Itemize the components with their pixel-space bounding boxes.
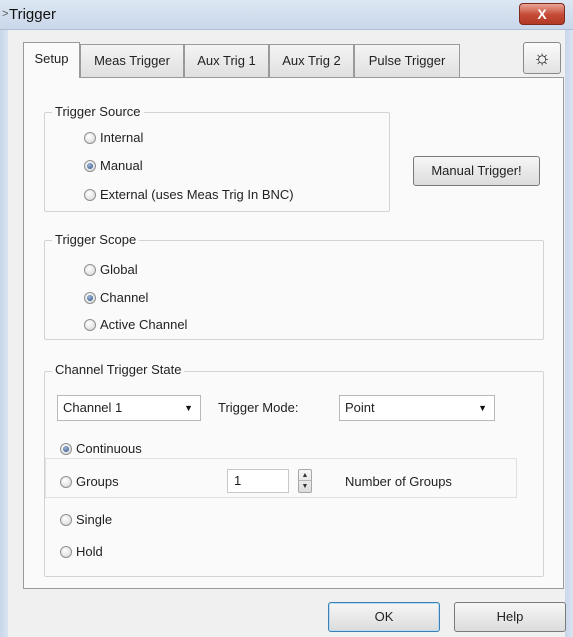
radio-label: Global — [100, 262, 138, 277]
radio-circle — [60, 476, 72, 488]
tab-label: Meas Trigger — [94, 53, 170, 68]
close-icon: X — [537, 6, 547, 22]
radio-circle — [84, 319, 96, 331]
groups-spinner[interactable]: ▲ ▼ — [298, 469, 312, 493]
groups-count-value: 1 — [234, 473, 242, 488]
radio-circle — [84, 160, 96, 172]
tab-aux-trig-1[interactable]: Aux Trig 1 — [184, 44, 269, 77]
channel-trigger-state-title: Channel Trigger State — [52, 362, 185, 377]
trigger-mode-select[interactable]: Point ▼ — [339, 395, 495, 421]
trigger-mode-label: Trigger Mode: — [218, 400, 299, 415]
radio-label: Continuous — [76, 441, 142, 456]
app-icon: ˃ — [2, 8, 9, 20]
window-frame-left — [0, 30, 8, 637]
radio-circle — [84, 132, 96, 144]
chevron-down-icon: ▼ — [478, 403, 487, 413]
number-of-groups-label: Number of Groups — [345, 474, 452, 489]
brightness-button[interactable]: ☼ — [523, 42, 561, 74]
spin-up-icon[interactable]: ▲ — [299, 470, 311, 481]
button-label: OK — [374, 609, 394, 624]
radio-label: External (uses Meas Trig In BNC) — [100, 187, 294, 202]
trigger-scope-title: Trigger Scope — [52, 232, 140, 247]
groups-count-input[interactable]: 1 — [227, 469, 289, 493]
radio-circle — [60, 546, 72, 558]
help-button[interactable]: Help — [454, 602, 566, 632]
close-button[interactable]: X — [519, 3, 565, 25]
tab-label: Aux Trig 1 — [197, 53, 256, 68]
button-label: Manual Trigger! — [431, 163, 522, 178]
tab-meas-trigger[interactable]: Meas Trigger — [80, 44, 184, 77]
radio-label: Internal — [100, 130, 144, 145]
tab-label: Aux Trig 2 — [282, 53, 341, 68]
radio-circle — [60, 443, 72, 455]
chevron-down-icon: ▼ — [184, 403, 193, 413]
tab-label: Setup — [34, 51, 69, 66]
manual-trigger-button[interactable]: Manual Trigger! — [413, 156, 540, 186]
radio-label: Manual — [100, 158, 143, 173]
radio-label: Groups — [76, 474, 119, 489]
button-label: Help — [496, 609, 524, 624]
tab-label: Pulse Trigger — [368, 53, 446, 68]
radio-circle — [84, 292, 96, 304]
radio-circle — [60, 514, 72, 526]
sun-icon: ☼ — [532, 47, 552, 69]
radio-circle — [84, 264, 96, 276]
trigger-mode-value: Point — [345, 400, 375, 415]
tab-aux-trig-2[interactable]: Aux Trig 2 — [269, 44, 354, 77]
radio-circle — [84, 189, 96, 201]
channel-select-value: Channel 1 — [63, 400, 123, 415]
radio-label: Hold — [76, 544, 103, 559]
tab-setup[interactable]: Setup — [23, 42, 80, 78]
radio-label: Active Channel — [100, 317, 188, 332]
spin-down-icon[interactable]: ▼ — [299, 481, 311, 492]
radio-label: Single — [76, 512, 113, 527]
radio-label: Channel — [100, 290, 149, 305]
trigger-source-title: Trigger Source — [52, 104, 144, 119]
window-title: Trigger — [9, 6, 56, 23]
window-frame-right — [565, 30, 573, 637]
title-bar[interactable]: ˃ Trigger X — [0, 0, 573, 30]
ok-button[interactable]: OK — [328, 602, 440, 632]
channel-select[interactable]: Channel 1 ▼ — [57, 395, 201, 421]
tab-pulse-trigger[interactable]: Pulse Trigger — [354, 44, 460, 77]
